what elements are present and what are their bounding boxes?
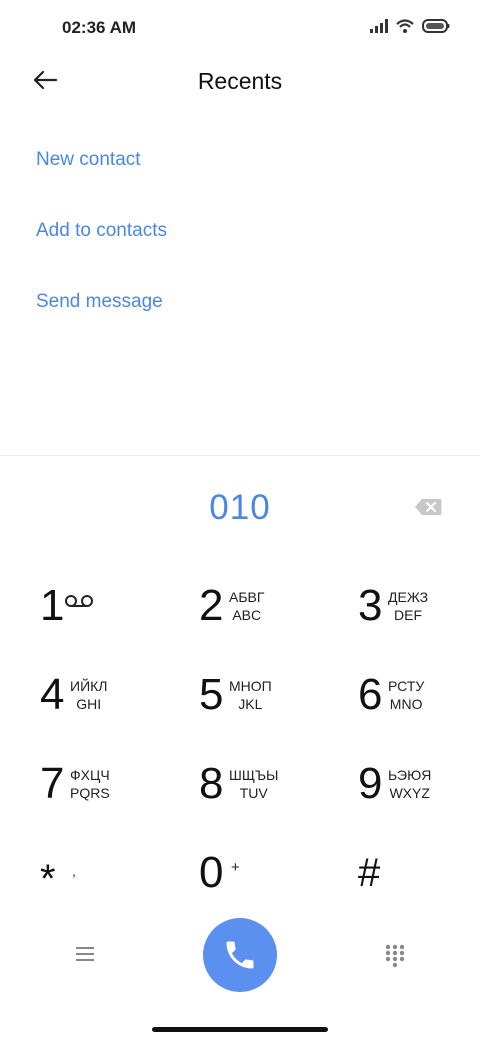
key-letters: МНОП JKL bbox=[229, 677, 272, 713]
key-letters-en: PQRS bbox=[70, 785, 110, 801]
key-letters-ru: МНОП bbox=[229, 678, 272, 694]
dialpad-icon bbox=[385, 944, 405, 968]
voicemail-icon bbox=[65, 595, 93, 607]
key-digit: * bbox=[40, 857, 56, 901]
dialpad-toggle-button[interactable] bbox=[384, 943, 406, 969]
home-indicator[interactable] bbox=[152, 1027, 328, 1032]
status-icons bbox=[370, 18, 450, 34]
key-1[interactable]: 1 bbox=[40, 578, 170, 648]
menu-icon bbox=[76, 947, 94, 961]
key-letters: АБВГ ABC bbox=[229, 588, 264, 624]
add-to-contacts-link[interactable]: Add to contacts bbox=[36, 220, 167, 242]
key-letters: ШЩЪЫ TUV bbox=[229, 766, 278, 802]
key-4[interactable]: 4 ИЙКЛ GHI bbox=[40, 667, 170, 737]
key-letters: ФХЦЧ PQRS bbox=[70, 766, 110, 802]
key-digit: # bbox=[358, 851, 381, 895]
backspace-button[interactable] bbox=[414, 498, 442, 516]
key-digit: 6 bbox=[358, 670, 383, 719]
page-title: Recents bbox=[197, 68, 283, 94]
key-star[interactable]: * , bbox=[40, 845, 170, 915]
key-letters-en: GHI bbox=[76, 696, 102, 712]
key-digit: 5 bbox=[199, 670, 224, 719]
key-3[interactable]: 3 ДЕЖЗ DEF bbox=[358, 578, 480, 648]
key-digit: 3 bbox=[358, 581, 383, 630]
key-7[interactable]: 7 ФХЦЧ PQRS bbox=[40, 756, 170, 826]
wifi-icon bbox=[396, 19, 414, 33]
key-digit: 2 bbox=[199, 581, 224, 630]
key-letters-ru: АБВГ bbox=[229, 589, 265, 605]
key-6[interactable]: 6 РСТУ MNO bbox=[358, 667, 480, 737]
key-letters-ru: ИЙКЛ bbox=[70, 678, 108, 694]
phone-icon bbox=[226, 941, 254, 969]
key-digit: 1 bbox=[40, 581, 65, 630]
signal-icon bbox=[370, 19, 388, 33]
bottom-bar bbox=[0, 915, 480, 995]
key-letters: ДЕЖЗ DEF bbox=[388, 588, 428, 624]
key-letters: ЬЭЮЯ WXYZ bbox=[388, 766, 431, 802]
key-letters-en: TUV bbox=[239, 785, 268, 801]
key-letters: ИЙКЛ GHI bbox=[70, 677, 107, 713]
key-letters-ru: ЬЭЮЯ bbox=[388, 767, 432, 783]
key-letters-en: WXYZ bbox=[389, 785, 430, 801]
key-digit: 7 bbox=[40, 759, 65, 808]
send-message-link[interactable]: Send message bbox=[36, 291, 163, 313]
key-letters-en: ABC bbox=[232, 607, 262, 623]
key-letters-ru: ДЕЖЗ bbox=[388, 589, 429, 605]
key-digit: 4 bbox=[40, 670, 65, 719]
key-8[interactable]: 8 ШЩЪЫ TUV bbox=[199, 756, 329, 826]
status-bar: 02:36 AM bbox=[0, 0, 480, 56]
key-letters-en: JKL bbox=[238, 696, 263, 712]
key-letters-en: DEF bbox=[394, 607, 423, 623]
menu-button[interactable] bbox=[74, 945, 96, 963]
key-letters-ru: ШЩЪЫ bbox=[229, 767, 279, 783]
key-letters-ru: , bbox=[72, 863, 76, 879]
new-contact-link[interactable]: New contact bbox=[36, 149, 141, 171]
key-letters: РСТУ MNO bbox=[388, 677, 424, 713]
key-digit: 9 bbox=[358, 759, 383, 808]
key-0[interactable]: 0 + bbox=[199, 845, 329, 915]
key-2[interactable]: 2 АБВГ ABC bbox=[199, 578, 329, 648]
battery-icon bbox=[422, 19, 450, 33]
key-letters-ru: РСТУ bbox=[388, 678, 425, 694]
dialed-number[interactable]: 010 bbox=[0, 488, 480, 528]
key-letters-en: MNO bbox=[389, 696, 423, 712]
header: Recents bbox=[0, 56, 480, 108]
key-digit: 0 bbox=[199, 848, 224, 897]
backspace-icon bbox=[415, 499, 442, 515]
key-digit: 8 bbox=[199, 759, 224, 808]
key-letters-ru: ФХЦЧ bbox=[70, 767, 110, 783]
key-letters-ru: + bbox=[231, 859, 240, 876]
call-button[interactable] bbox=[203, 918, 277, 992]
status-time: 02:36 AM bbox=[62, 18, 137, 37]
key-5[interactable]: 5 МНОП JKL bbox=[199, 667, 329, 737]
key-hash[interactable]: # bbox=[358, 845, 480, 915]
key-9[interactable]: 9 ЬЭЮЯ WXYZ bbox=[358, 756, 480, 826]
